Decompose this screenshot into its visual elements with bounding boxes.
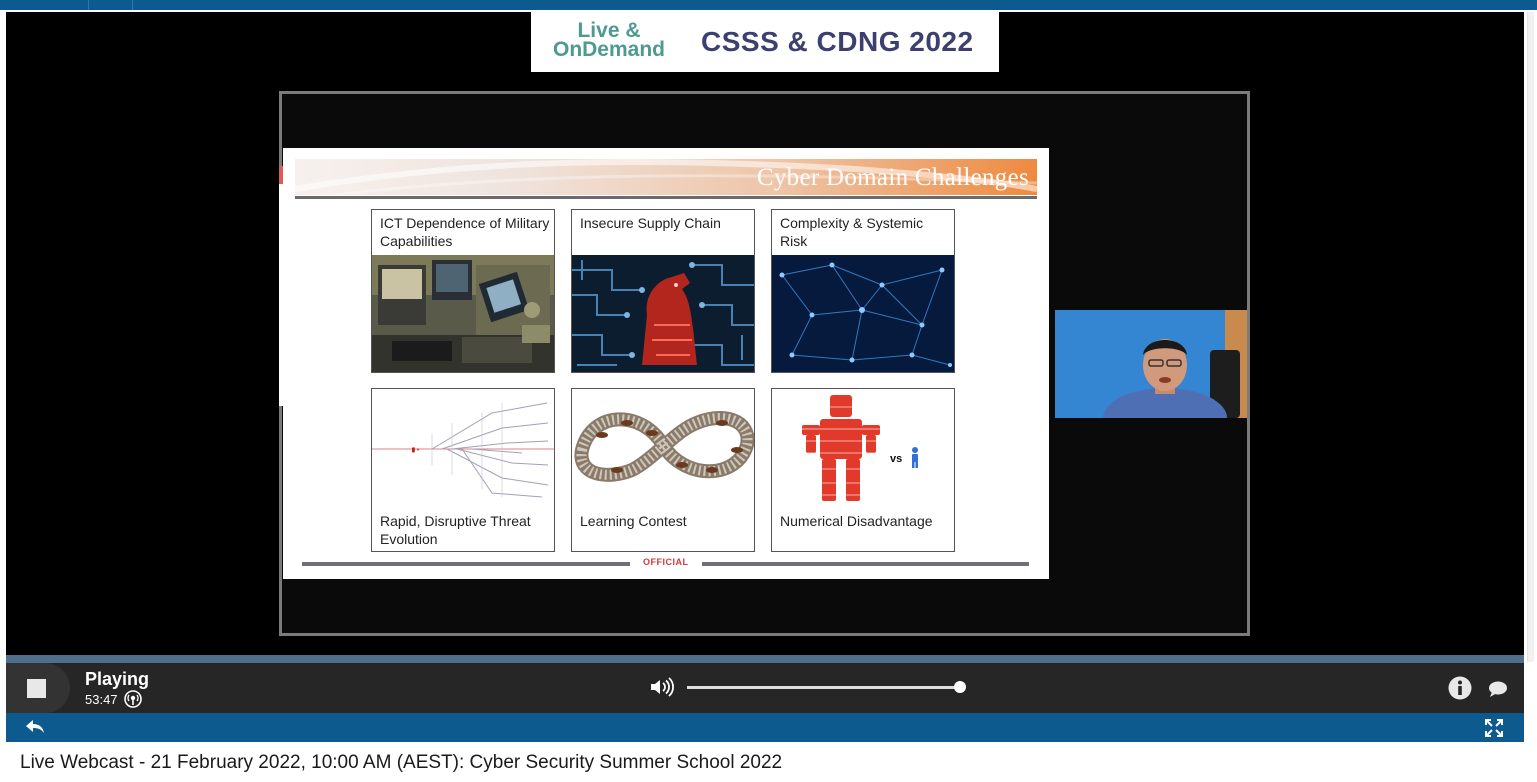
circuit-horse-image [572, 255, 754, 372]
challenge-card-label: Numerical Disadvantage [780, 513, 933, 529]
presenter-video-illustration [1055, 310, 1247, 418]
stop-icon[interactable] [27, 679, 46, 698]
back-arrow-icon[interactable] [25, 719, 45, 735]
top-bar-divider [88, 0, 89, 10]
player-control-bar: Playing 53:47 [6, 655, 1524, 713]
presentation-slide: Cyber Domain Challenges ICT Dependence o… [283, 148, 1049, 579]
banner-live-ondemand-logo: Live & OnDemand [539, 20, 679, 61]
challenge-card-label: Rapid, Disruptive Threat Evolution [380, 513, 531, 547]
challenge-card-threat-evolution: █ ▼ Rapid, Disruptive Threat Evolution [371, 388, 555, 552]
challenge-card-learning-contest: Learning Contest [571, 388, 755, 552]
playback-progress-bar[interactable] [6, 655, 1524, 663]
military-cockpit-illustration [372, 255, 554, 372]
slide-header-rule [295, 196, 1037, 199]
volume-slider-track[interactable] [687, 686, 963, 689]
banner-title: CSSS & CDNG 2022 [701, 26, 974, 57]
military-cockpit-image [372, 255, 554, 372]
circuit-board-illustration [572, 255, 754, 372]
page-scrollbar[interactable] [1527, 12, 1534, 662]
broadcast-icon [124, 690, 142, 708]
presenter-webcam [1055, 310, 1247, 418]
top-bar-divider [132, 0, 133, 10]
vs-label: vs [890, 453, 903, 465]
crowd-vs-one-image [772, 391, 954, 506]
threat-evolution-diagram-image: █ ▼ [372, 393, 554, 503]
slide-title: Cyber Domain Challenges [756, 164, 1029, 191]
network-mesh-image [772, 255, 954, 372]
slide-footer-bar-right [702, 562, 1029, 566]
threat-tree-illustration: █ ▼ [372, 402, 554, 498]
event-banner: Live & OnDemand CSSS & CDNG 2022 [531, 12, 999, 72]
webcast-page: Live & OnDemand CSSS & CDNG 2022 Cyber D… [0, 0, 1537, 782]
bottom-nav-bar [6, 713, 1524, 742]
playback-status: Playing [85, 669, 150, 689]
slide-header: Cyber Domain Challenges [295, 159, 1037, 199]
mobius-ants-image [572, 395, 754, 495]
crowd-figure-illustration [802, 395, 918, 501]
volume-icon[interactable] [649, 677, 675, 697]
page-scrollbar-area [1524, 12, 1537, 742]
info-icon[interactable] [1448, 676, 1472, 700]
challenge-card-label: Learning Contest [580, 513, 687, 529]
top-bar [0, 0, 1537, 10]
challenge-card-label: Complexity & Systemic Risk [780, 215, 924, 249]
network-mesh-illustration [772, 255, 954, 372]
volume-slider-handle[interactable] [954, 681, 967, 693]
banner-ondemand-line: OnDemand [552, 38, 665, 61]
challenge-card-numerical-disadvantage: vs Numerical Disadvantage [771, 388, 955, 552]
svg-text:█ ▼: █ ▼ [412, 447, 420, 453]
slide-footer-bar-left [302, 562, 630, 566]
fullscreen-icon[interactable] [1484, 718, 1504, 738]
challenge-card-label: ICT Dependence of Military Capabilities [380, 215, 550, 249]
webcast-caption: Live Webcast - 21 February 2022, 10:00 A… [20, 752, 783, 773]
challenge-card-label: Insecure Supply Chain [580, 215, 721, 231]
challenge-card-supply-chain: Insecure Supply Chain [571, 209, 755, 373]
elapsed-time: 53:47 [85, 692, 118, 707]
video-player-stage[interactable]: Live & OnDemand CSSS & CDNG 2022 Cyber D… [6, 12, 1524, 655]
chat-icon[interactable] [1488, 680, 1508, 698]
challenge-card-complexity: Complexity & Systemic Risk [771, 209, 955, 373]
mobius-strip-illustration [574, 410, 754, 482]
official-marking: OFFICIAL [643, 557, 689, 567]
challenge-card-ict-dependence: ICT Dependence of Military Capabilities [371, 209, 555, 373]
